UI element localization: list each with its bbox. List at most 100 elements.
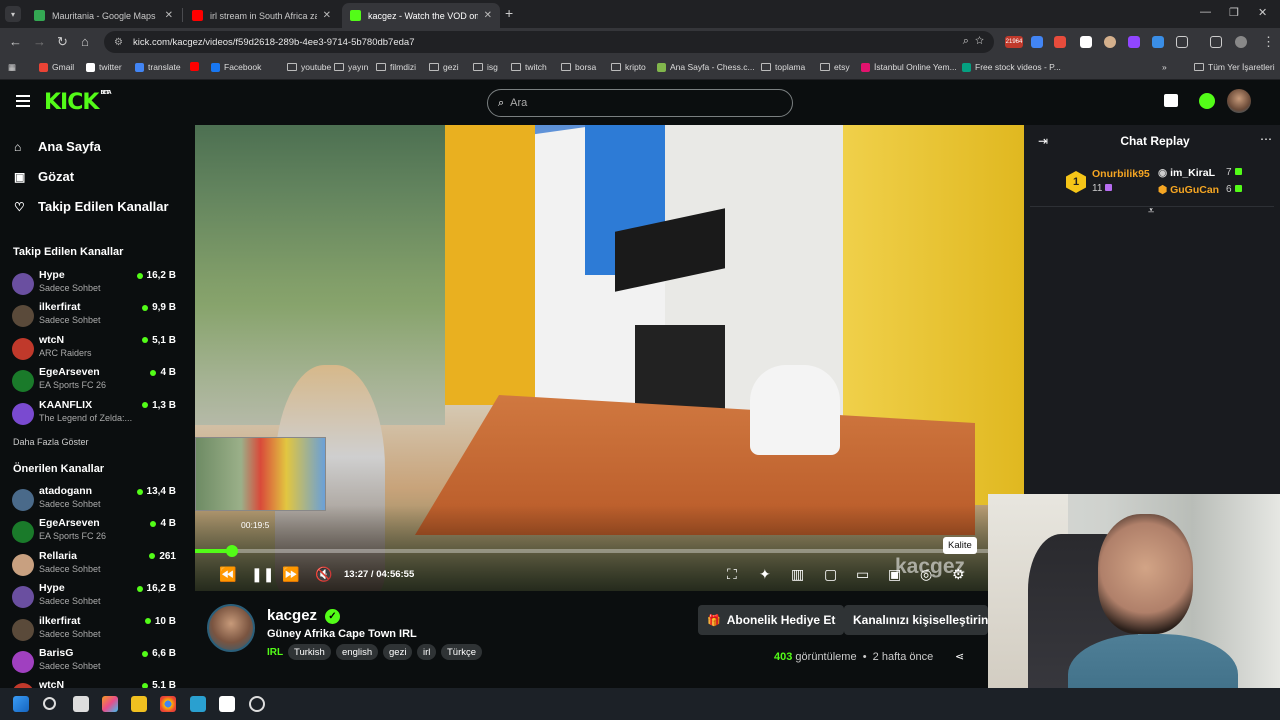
minimize-button[interactable]: —	[1200, 6, 1211, 18]
browse-clips-icon[interactable]	[1164, 94, 1178, 107]
theater-icon[interactable]: ▭	[856, 566, 869, 583]
task-view-icon[interactable]	[73, 696, 89, 712]
bookmark-item[interactable]: youtube	[287, 62, 331, 72]
close-icon[interactable]: ✕	[484, 10, 492, 21]
site-info-icon[interactable]: ⚙	[114, 37, 123, 48]
bookmark-item[interactable]: Gmail	[39, 62, 74, 72]
bookmark-item[interactable]: translate	[135, 62, 181, 72]
all-bookmarks[interactable]: Tüm Yer İşaretleri	[1194, 62, 1275, 72]
show-more-link[interactable]: Daha Fazla Göster	[13, 437, 89, 447]
fast-forward-icon[interactable]: ⏩	[282, 566, 299, 583]
extension-icon[interactable]	[1104, 36, 1116, 48]
extension-icon[interactable]	[1080, 36, 1092, 48]
close-icon[interactable]: ✕	[165, 10, 173, 21]
bookmark-item[interactable]: toplama	[761, 62, 805, 72]
sidebar-channel-barisg[interactable]: BarisG Sadece Sohbet 6,6 B	[12, 647, 184, 677]
home-icon[interactable]: ⌂	[81, 34, 89, 49]
bookmark-item[interactable]: etsy	[820, 62, 850, 72]
bookmark-item[interactable]	[190, 62, 203, 71]
sidebar-channel-egearseven[interactable]: EgeArseven EA Sports FC 26 4 B	[12, 517, 184, 547]
tab-youtube[interactable]: irl stream in South Africa za (Ne ✕	[184, 3, 339, 28]
seek-bar[interactable]	[195, 545, 1024, 557]
tab-search-button[interactable]: ▾	[5, 6, 21, 22]
bookmark-item[interactable]: isg	[473, 62, 498, 72]
sidebar-channel-wtcn[interactable]: wtcN ARC Raiders 5,1 B	[12, 334, 184, 364]
tag-chip[interactable]: gezi	[383, 644, 413, 660]
menu-icon[interactable]	[16, 95, 30, 107]
close-window-button[interactable]: ✕	[1258, 6, 1267, 19]
user-avatar[interactable]	[1227, 89, 1251, 113]
more-bookmarks-icon[interactable]: »	[1162, 62, 1167, 72]
rewind-icon[interactable]: ⏪	[219, 566, 236, 583]
bookmark-item[interactable]: yayın	[334, 62, 368, 72]
quality-icon[interactable]: ◎	[920, 566, 932, 583]
search-icon[interactable]	[43, 697, 56, 710]
bookmark-item[interactable]: İstanbul Online Yem...	[861, 62, 957, 72]
close-icon[interactable]: ✕	[323, 10, 331, 21]
profile-avatar[interactable]	[1235, 36, 1247, 48]
channel-name[interactable]: kacgez	[267, 607, 317, 624]
sparkle-icon[interactable]: ✦	[759, 566, 771, 583]
copilot-icon[interactable]	[102, 696, 118, 712]
settings-icon[interactable]: ⚙	[952, 566, 965, 583]
app-icon[interactable]	[249, 696, 265, 712]
sidebar-channel-egearseven[interactable]: EgeArseven EA Sports FC 26 4 B	[12, 366, 184, 396]
forward-icon[interactable]: →	[33, 34, 46, 49]
expand-leaderboard-icon[interactable]: ⩡	[1148, 205, 1154, 218]
kick-coin-icon[interactable]	[1199, 93, 1215, 109]
extensions-puzzle-icon[interactable]	[1176, 36, 1188, 48]
chrome-icon[interactable]	[160, 696, 176, 712]
video-player[interactable]: 00:19:5 ⏪ ❚❚ ⏩ 🔇 13:27 / 04:56:55 kacgez…	[195, 125, 1024, 591]
bookmark-item[interactable]: borsa	[561, 62, 596, 72]
tag-chip[interactable]: Türkçe	[441, 644, 483, 660]
browser-menu-icon[interactable]: ⋮	[1262, 34, 1275, 50]
leader-name[interactable]: Onurbilik95	[1092, 168, 1150, 180]
sidebar-channel-hype[interactable]: Hype Sadece Sohbet 16,2 B	[12, 269, 184, 299]
customize-channel-button[interactable]: Kanalınızı kişiselleştirin	[844, 605, 988, 635]
adblock-extension-icon[interactable]	[1054, 36, 1066, 48]
pause-icon[interactable]: ❚❚	[251, 566, 274, 583]
tag-chip[interactable]: irl	[417, 644, 437, 660]
category-link[interactable]: IRL	[267, 647, 283, 658]
back-icon[interactable]: ←	[9, 34, 22, 49]
kick-logo[interactable]: KICK BETA	[44, 90, 112, 115]
chat-options-icon[interactable]: ⋯	[1260, 132, 1272, 146]
bookmark-item[interactable]: filmdizi	[376, 62, 416, 72]
sidebar-channel-wtcn[interactable]: wtcN 5,1 B	[12, 679, 184, 688]
sidebar-channel-ilkerfirat[interactable]: ilkerfirat Sadece Sohbet 9,9 B	[12, 301, 184, 331]
tag-chip[interactable]: Turkish	[288, 644, 331, 660]
share-icon[interactable]: ⋖	[955, 650, 964, 663]
tradingview-icon[interactable]	[219, 696, 235, 712]
app-icon[interactable]	[190, 696, 206, 712]
sidebar-channel-rellaria[interactable]: Rellaria Sadece Sohbet 261	[12, 550, 184, 580]
file-explorer-icon[interactable]	[131, 696, 147, 712]
bookmark-item[interactable]: Facebook	[211, 62, 261, 72]
search-input[interactable]: ⌕ Ara	[487, 89, 793, 117]
nav-following[interactable]: ♡ Takip Edilen Kanallar	[14, 199, 169, 214]
bookmark-item[interactable]: twitter	[86, 62, 122, 72]
sidebar-channel-atadogann[interactable]: atadogann Sadece Sohbet 13,4 B	[12, 485, 184, 515]
translate-extension-icon[interactable]	[1031, 36, 1043, 48]
stats-icon[interactable]: ▥	[791, 566, 804, 583]
extension-icon[interactable]	[1152, 36, 1164, 48]
clip-icon[interactable]: ⛶	[727, 566, 737, 583]
pip-icon[interactable]: ▣	[888, 566, 901, 583]
channel-avatar[interactable]	[207, 604, 255, 652]
gift-subscription-button[interactable]: 🎁 Abonelik Hediye Et	[698, 605, 845, 635]
tag-chip[interactable]: english	[336, 644, 379, 660]
sidebar-channel-hype[interactable]: Hype Sadece Sohbet 16,2 B	[12, 582, 184, 612]
maximize-button[interactable]: ❐	[1229, 6, 1239, 19]
sidebar-channel-ilkerfirat[interactable]: ilkerfirat Sadece Sohbet 10 B	[12, 615, 184, 645]
tab-kick[interactable]: kacgez - Watch the VOD on Kic ✕	[342, 3, 500, 28]
zoom-bookmark-icons[interactable]: ⌕ ☆	[963, 35, 984, 48]
new-tab-button[interactable]: +	[505, 5, 513, 21]
bookmark-item[interactable]: gezi	[429, 62, 459, 72]
nav-browse[interactable]: ▣ Gözat	[14, 169, 74, 184]
nav-home[interactable]: ⌂ Ana Sayfa	[14, 139, 101, 154]
twitch-extension-icon[interactable]	[1128, 36, 1140, 48]
apps-icon[interactable]: ▦	[8, 62, 16, 73]
reading-list-icon[interactable]	[1210, 36, 1222, 48]
leader-row[interactable]: ◉ im_KiraL	[1158, 167, 1215, 179]
extension-badge[interactable]: 21964	[1005, 36, 1023, 48]
start-icon[interactable]	[13, 696, 29, 712]
